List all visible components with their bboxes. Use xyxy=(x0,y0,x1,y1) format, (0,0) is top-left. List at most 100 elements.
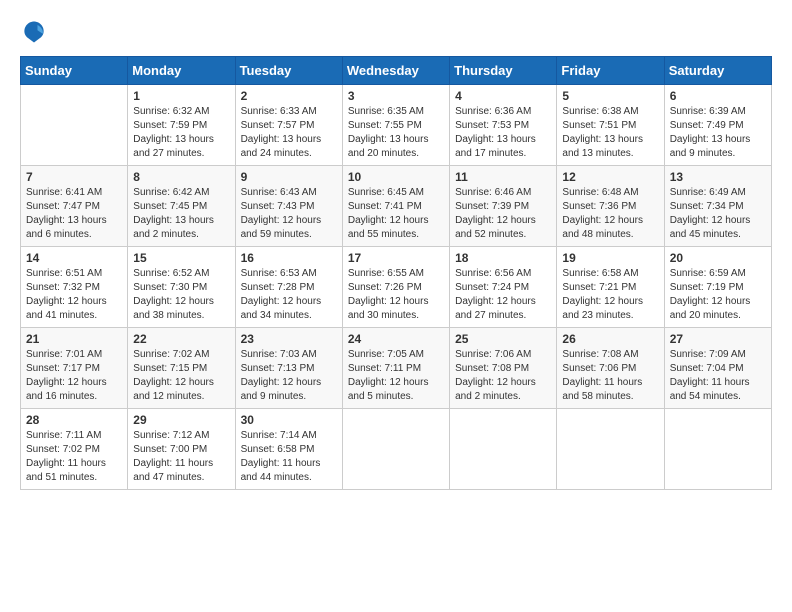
week-row-4: 21 Sunrise: 7:01 AM Sunset: 7:17 PM Dayli… xyxy=(21,328,772,409)
day-cell: 6 Sunrise: 6:39 AM Sunset: 7:49 PM Daylig… xyxy=(664,85,771,166)
day-number: 8 xyxy=(133,170,229,184)
day-header-wednesday: Wednesday xyxy=(342,57,449,85)
day-info: Sunrise: 6:52 AM Sunset: 7:30 PM Dayligh… xyxy=(133,267,229,323)
day-info: Sunrise: 7:08 AM Sunset: 7:06 PM Dayligh… xyxy=(562,348,658,404)
day-number: 28 xyxy=(26,413,122,427)
calendar-body: 1 Sunrise: 6:32 AM Sunset: 7:59 PM Daylig… xyxy=(21,85,772,490)
day-cell: 25 Sunrise: 7:06 AM Sunset: 7:08 PM Dayli… xyxy=(450,328,557,409)
day-info: Sunrise: 6:35 AM Sunset: 7:55 PM Dayligh… xyxy=(348,105,444,161)
day-info: Sunrise: 6:43 AM Sunset: 7:43 PM Dayligh… xyxy=(241,186,337,242)
day-info: Sunrise: 6:33 AM Sunset: 7:57 PM Dayligh… xyxy=(241,105,337,161)
page: SundayMondayTuesdayWednesdayThursdayFrid… xyxy=(0,0,792,612)
day-cell: 29 Sunrise: 7:12 AM Sunset: 7:00 PM Dayli… xyxy=(128,409,235,490)
day-info: Sunrise: 6:51 AM Sunset: 7:32 PM Dayligh… xyxy=(26,267,122,323)
day-cell: 21 Sunrise: 7:01 AM Sunset: 7:17 PM Dayli… xyxy=(21,328,128,409)
day-number: 11 xyxy=(455,170,551,184)
header-row: SundayMondayTuesdayWednesdayThursdayFrid… xyxy=(21,57,772,85)
day-cell xyxy=(342,409,449,490)
day-cell xyxy=(664,409,771,490)
day-number: 17 xyxy=(348,251,444,265)
day-info: Sunrise: 7:02 AM Sunset: 7:15 PM Dayligh… xyxy=(133,348,229,404)
day-number: 4 xyxy=(455,89,551,103)
day-number: 9 xyxy=(241,170,337,184)
day-header-monday: Monday xyxy=(128,57,235,85)
day-number: 12 xyxy=(562,170,658,184)
calendar-header: SundayMondayTuesdayWednesdayThursdayFrid… xyxy=(21,57,772,85)
day-cell: 4 Sunrise: 6:36 AM Sunset: 7:53 PM Daylig… xyxy=(450,85,557,166)
day-info: Sunrise: 7:03 AM Sunset: 7:13 PM Dayligh… xyxy=(241,348,337,404)
day-cell: 1 Sunrise: 6:32 AM Sunset: 7:59 PM Daylig… xyxy=(128,85,235,166)
day-header-tuesday: Tuesday xyxy=(235,57,342,85)
day-info: Sunrise: 7:06 AM Sunset: 7:08 PM Dayligh… xyxy=(455,348,551,404)
day-info: Sunrise: 6:49 AM Sunset: 7:34 PM Dayligh… xyxy=(670,186,766,242)
day-cell: 13 Sunrise: 6:49 AM Sunset: 7:34 PM Dayli… xyxy=(664,166,771,247)
day-cell: 26 Sunrise: 7:08 AM Sunset: 7:06 PM Dayli… xyxy=(557,328,664,409)
header xyxy=(20,18,772,46)
day-info: Sunrise: 6:36 AM Sunset: 7:53 PM Dayligh… xyxy=(455,105,551,161)
day-number: 19 xyxy=(562,251,658,265)
day-info: Sunrise: 7:09 AM Sunset: 7:04 PM Dayligh… xyxy=(670,348,766,404)
day-cell: 22Sunrise: 7:02 AM Sunset: 7:15 PM Dayli… xyxy=(128,328,235,409)
day-info: Sunrise: 6:42 AM Sunset: 7:45 PM Dayligh… xyxy=(133,186,229,242)
day-cell xyxy=(21,85,128,166)
day-number: 16 xyxy=(241,251,337,265)
calendar-table: SundayMondayTuesdayWednesdayThursdayFrid… xyxy=(20,56,772,490)
day-number: 13 xyxy=(670,170,766,184)
day-cell: 12 Sunrise: 6:48 AM Sunset: 7:36 PM Dayli… xyxy=(557,166,664,247)
day-cell: 3 Sunrise: 6:35 AM Sunset: 7:55 PM Daylig… xyxy=(342,85,449,166)
day-info: Sunrise: 7:05 AM Sunset: 7:11 PM Dayligh… xyxy=(348,348,444,404)
day-number: 3 xyxy=(348,89,444,103)
day-cell xyxy=(450,409,557,490)
day-number: 25 xyxy=(455,332,551,346)
day-number: 1 xyxy=(133,89,229,103)
day-number: 20 xyxy=(670,251,766,265)
day-info: Sunrise: 6:48 AM Sunset: 7:36 PM Dayligh… xyxy=(562,186,658,242)
day-cell: 8 Sunrise: 6:42 AM Sunset: 7:45 PM Daylig… xyxy=(128,166,235,247)
week-row-2: 7 Sunrise: 6:41 AM Sunset: 7:47 PM Daylig… xyxy=(21,166,772,247)
logo-icon xyxy=(20,18,48,46)
day-cell: 5Sunrise: 6:38 AM Sunset: 7:51 PM Daylig… xyxy=(557,85,664,166)
day-number: 7 xyxy=(26,170,122,184)
day-cell: 11Sunrise: 6:46 AM Sunset: 7:39 PM Dayli… xyxy=(450,166,557,247)
day-number: 27 xyxy=(670,332,766,346)
day-info: Sunrise: 7:01 AM Sunset: 7:17 PM Dayligh… xyxy=(26,348,122,404)
day-info: Sunrise: 7:14 AM Sunset: 6:58 PM Dayligh… xyxy=(241,429,337,485)
day-number: 14 xyxy=(26,251,122,265)
day-number: 30 xyxy=(241,413,337,427)
day-number: 18 xyxy=(455,251,551,265)
day-info: Sunrise: 6:56 AM Sunset: 7:24 PM Dayligh… xyxy=(455,267,551,323)
day-info: Sunrise: 6:53 AM Sunset: 7:28 PM Dayligh… xyxy=(241,267,337,323)
logo xyxy=(20,18,52,46)
day-cell: 27 Sunrise: 7:09 AM Sunset: 7:04 PM Dayli… xyxy=(664,328,771,409)
day-header-saturday: Saturday xyxy=(664,57,771,85)
day-number: 21 xyxy=(26,332,122,346)
day-number: 24 xyxy=(348,332,444,346)
day-info: Sunrise: 6:58 AM Sunset: 7:21 PM Dayligh… xyxy=(562,267,658,323)
day-cell: 15 Sunrise: 6:52 AM Sunset: 7:30 PM Dayli… xyxy=(128,247,235,328)
day-number: 6 xyxy=(670,89,766,103)
day-cell: 17 Sunrise: 6:55 AM Sunset: 7:26 PM Dayli… xyxy=(342,247,449,328)
day-cell: 10 Sunrise: 6:45 AM Sunset: 7:41 PM Dayli… xyxy=(342,166,449,247)
day-cell xyxy=(557,409,664,490)
day-number: 29 xyxy=(133,413,229,427)
day-cell: 16 Sunrise: 6:53 AM Sunset: 7:28 PM Dayli… xyxy=(235,247,342,328)
day-info: Sunrise: 6:45 AM Sunset: 7:41 PM Dayligh… xyxy=(348,186,444,242)
day-number: 26 xyxy=(562,332,658,346)
day-info: Sunrise: 7:12 AM Sunset: 7:00 PM Dayligh… xyxy=(133,429,229,485)
day-number: 23 xyxy=(241,332,337,346)
day-number: 15 xyxy=(133,251,229,265)
day-cell: 24 Sunrise: 7:05 AM Sunset: 7:11 PM Dayli… xyxy=(342,328,449,409)
day-info: Sunrise: 6:32 AM Sunset: 7:59 PM Dayligh… xyxy=(133,105,229,161)
day-info: Sunrise: 6:41 AM Sunset: 7:47 PM Dayligh… xyxy=(26,186,122,242)
day-header-friday: Friday xyxy=(557,57,664,85)
day-number: 2 xyxy=(241,89,337,103)
day-number: 10 xyxy=(348,170,444,184)
day-number: 5 xyxy=(562,89,658,103)
day-cell: 19 Sunrise: 6:58 AM Sunset: 7:21 PM Dayli… xyxy=(557,247,664,328)
day-info: Sunrise: 7:11 AM Sunset: 7:02 PM Dayligh… xyxy=(26,429,122,485)
day-info: Sunrise: 6:39 AM Sunset: 7:49 PM Dayligh… xyxy=(670,105,766,161)
day-cell: 7 Sunrise: 6:41 AM Sunset: 7:47 PM Daylig… xyxy=(21,166,128,247)
week-row-3: 14 Sunrise: 6:51 AM Sunset: 7:32 PM Dayli… xyxy=(21,247,772,328)
day-cell: 9 Sunrise: 6:43 AM Sunset: 7:43 PM Daylig… xyxy=(235,166,342,247)
day-info: Sunrise: 6:55 AM Sunset: 7:26 PM Dayligh… xyxy=(348,267,444,323)
